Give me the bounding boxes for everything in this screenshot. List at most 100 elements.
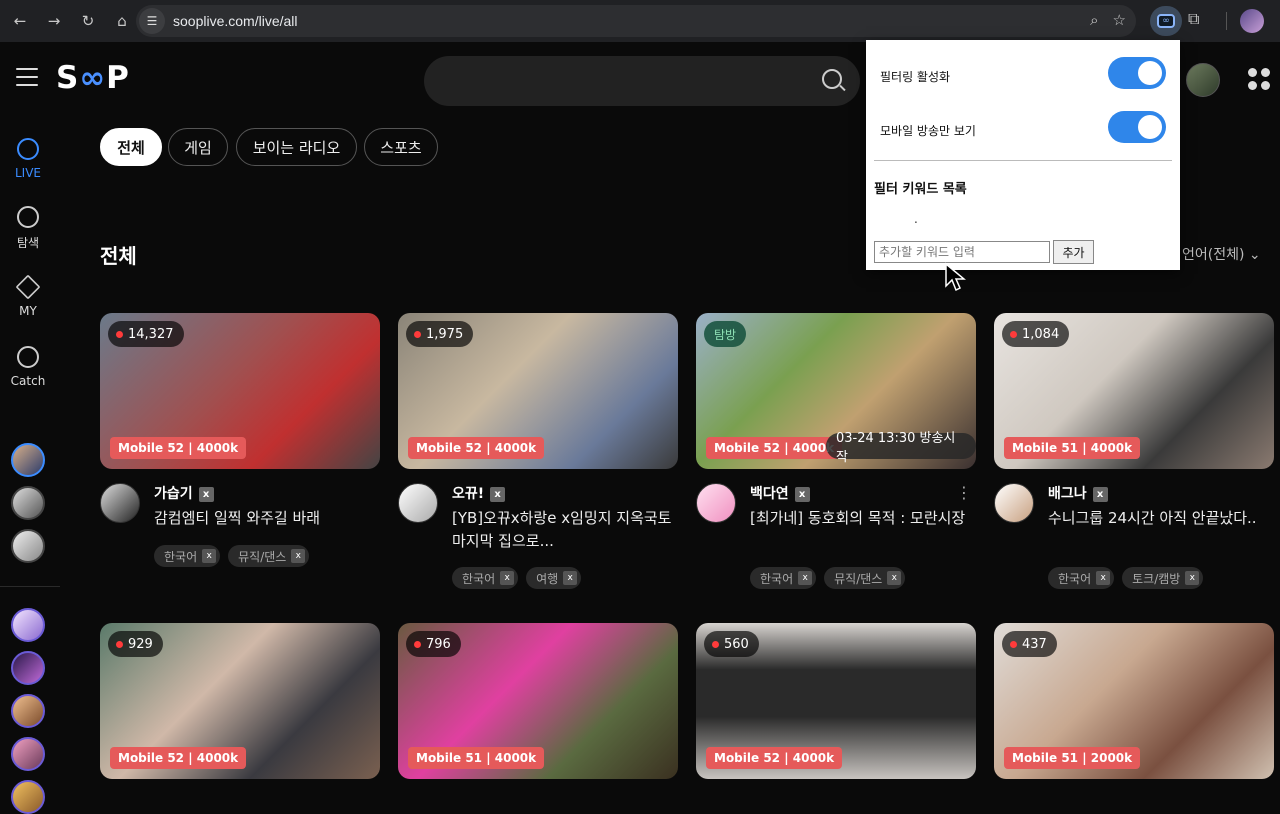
search-bar[interactable] bbox=[424, 56, 860, 106]
stream-card[interactable]: 1,084 Mobile 51 | 4000k 배그나 x 수니그룹 24시간 아… bbox=[994, 313, 1274, 589]
mobile-only-toggle[interactable] bbox=[1108, 111, 1166, 143]
stream-tag[interactable]: 한국어 x bbox=[750, 567, 817, 589]
soop-logo[interactable]: S∞P bbox=[56, 60, 130, 96]
filter-enable-toggle[interactable] bbox=[1108, 57, 1166, 89]
stream-tag[interactable]: 한국어 x bbox=[1048, 567, 1115, 589]
stream-thumbnail[interactable]: 탐방 Mobile 52 | 4000k 03-24 13:30 방송시작 bbox=[696, 313, 976, 469]
streamer-avatar[interactable] bbox=[696, 483, 736, 523]
stream-card[interactable]: 탐방 Mobile 52 | 4000k 03-24 13:30 방송시작 백다… bbox=[696, 313, 976, 589]
extensions-puzzle-icon[interactable]: ⧉ bbox=[1188, 9, 1199, 29]
apps-grid-icon[interactable] bbox=[1248, 68, 1270, 90]
quality-badge: Mobile 51 | 2000k bbox=[1004, 747, 1141, 769]
viewer-count-badge: 14,327 bbox=[108, 321, 184, 347]
stream-thumbnail[interactable]: 796 Mobile 51 | 4000k bbox=[398, 623, 678, 779]
tag-remove-icon[interactable]: x bbox=[798, 571, 813, 585]
stream-card[interactable]: 437 Mobile 51 | 2000k bbox=[994, 623, 1274, 779]
tag-remove-icon[interactable]: x bbox=[1185, 571, 1200, 585]
user-avatar[interactable] bbox=[1186, 63, 1220, 97]
streamer-avatar[interactable] bbox=[994, 483, 1034, 523]
zoom-icon[interactable]: ⌕ bbox=[1090, 11, 1098, 29]
stream-tag[interactable]: 토크/캠방 x bbox=[1122, 567, 1204, 589]
recommended-streamer-avatar[interactable] bbox=[11, 780, 45, 814]
more-options-icon[interactable]: ⋮ bbox=[956, 483, 972, 502]
followed-streamer-avatar[interactable] bbox=[11, 529, 45, 563]
stream-title[interactable]: 수니그룹 24시간 아직 안끝났다.. bbox=[1048, 507, 1268, 530]
viewer-count-badge: 560 bbox=[704, 631, 759, 657]
menu-hamburger-icon[interactable] bbox=[16, 68, 38, 86]
category-badge: 탐방 bbox=[704, 321, 747, 347]
keyword-input[interactable] bbox=[874, 241, 1050, 263]
stream-card[interactable]: 796 Mobile 51 | 4000k bbox=[398, 623, 678, 779]
stream-card[interactable]: 560 Mobile 52 | 4000k bbox=[696, 623, 976, 779]
recommended-streamer-avatar[interactable] bbox=[11, 608, 45, 642]
sidebar-item-label: 탐색 bbox=[16, 236, 40, 250]
viewer-count-badge: 1,975 bbox=[406, 321, 474, 347]
streamer-name[interactable]: 배그나 x bbox=[1048, 483, 1108, 503]
recommended-streamer-avatar[interactable] bbox=[11, 694, 45, 728]
browser-profile-avatar[interactable] bbox=[1240, 9, 1264, 33]
badge-x-icon: x bbox=[490, 486, 506, 502]
tag-remove-icon[interactable]: x bbox=[500, 571, 515, 585]
stream-tag[interactable]: 여행 x bbox=[526, 567, 582, 589]
recommended-streamer-avatar[interactable] bbox=[11, 737, 45, 771]
stream-thumbnail[interactable]: 1,975 Mobile 52 | 4000k bbox=[398, 313, 678, 469]
sidebar-item-label: LIVE bbox=[14, 166, 41, 180]
stream-card[interactable]: 1,975 Mobile 52 | 4000k 오뀨! x [YB]오뀨x하랑e … bbox=[398, 313, 678, 589]
language-filter-dropdown[interactable]: 언어(전체) ⌄ bbox=[1182, 244, 1261, 264]
streamer-name[interactable]: 백다연 x bbox=[750, 483, 810, 503]
category-chip-radio[interactable]: 보이는 라디오 bbox=[236, 128, 357, 166]
address-bar[interactable]: ☰ sooplive.com/live/all ⌕ ☆ bbox=[136, 5, 1136, 37]
tag-remove-icon[interactable]: x bbox=[202, 549, 217, 563]
tag-remove-icon[interactable]: x bbox=[1096, 571, 1111, 585]
stream-title[interactable]: [YB]오뀨x하랑e x임밍지 지옥국토 마지막 집으로... bbox=[452, 507, 672, 553]
sidebar-item-explore[interactable]: 탐색 bbox=[0, 206, 56, 251]
home-icon[interactable]: ⌂ bbox=[108, 7, 136, 35]
back-icon[interactable]: ← bbox=[6, 7, 34, 35]
stream-card[interactable]: 929 Mobile 52 | 4000k bbox=[100, 623, 380, 779]
forward-icon[interactable]: → bbox=[40, 7, 68, 35]
streamer-avatar[interactable] bbox=[398, 483, 438, 523]
streamer-avatar[interactable] bbox=[100, 483, 140, 523]
stream-card[interactable]: 14,327 Mobile 52 | 4000k 가습기 x 감컴엠티 일찍 와주… bbox=[100, 313, 380, 589]
add-keyword-button[interactable]: 추가 bbox=[1053, 240, 1094, 264]
schedule-badge: 03-24 13:30 방송시작 bbox=[826, 431, 976, 465]
category-chip-all[interactable]: 전체 bbox=[100, 128, 162, 166]
url-text[interactable]: sooplive.com/live/all bbox=[173, 13, 298, 29]
live-broadcast-icon bbox=[17, 138, 39, 160]
viewer-count-badge: 1,084 bbox=[1002, 321, 1070, 347]
streamer-name[interactable]: 오뀨! x bbox=[452, 483, 506, 503]
tag-remove-icon[interactable]: x bbox=[291, 549, 306, 563]
stream-tag[interactable]: 한국어 x bbox=[452, 567, 519, 589]
reload-icon[interactable]: ↻ bbox=[74, 7, 102, 35]
stream-thumbnail[interactable]: 437 Mobile 51 | 2000k bbox=[994, 623, 1274, 779]
stream-tag[interactable]: 뮤직/댄스 x bbox=[228, 545, 310, 567]
section-title: 전체 bbox=[100, 244, 137, 268]
sidebar-item-catch[interactable]: Catch bbox=[0, 346, 56, 388]
stream-tag[interactable]: 한국어 x bbox=[154, 545, 221, 567]
badge-x-icon: x bbox=[1092, 486, 1108, 502]
stream-title[interactable]: [최가네] 동호회의 목적 : 모란시장 bbox=[750, 507, 970, 530]
sidebar-item-live[interactable]: LIVE bbox=[0, 138, 56, 180]
streamer-name[interactable]: 가습기 x bbox=[154, 483, 214, 503]
recommended-streamer-avatar[interactable] bbox=[11, 651, 45, 685]
category-chip-game[interactable]: 게임 bbox=[168, 128, 228, 166]
sidebar-item-my[interactable]: MY bbox=[0, 274, 56, 318]
stream-title[interactable]: 감컴엠티 일찍 와주길 바래 bbox=[154, 507, 374, 530]
bookmark-star-icon[interactable]: ☆ bbox=[1113, 11, 1126, 29]
site-info-icon[interactable]: ☰ bbox=[139, 8, 165, 34]
stream-thumbnail[interactable]: 929 Mobile 52 | 4000k bbox=[100, 623, 380, 779]
viewer-count-badge: 796 bbox=[406, 631, 461, 657]
stream-tag[interactable]: 뮤직/댄스 x bbox=[824, 567, 906, 589]
tag-remove-icon[interactable]: x bbox=[563, 571, 578, 585]
stream-thumbnail[interactable]: 560 Mobile 52 | 4000k bbox=[696, 623, 976, 779]
stream-thumbnail[interactable]: 14,327 Mobile 52 | 4000k bbox=[100, 313, 380, 469]
extension-filter-icon[interactable]: ∞ bbox=[1150, 6, 1182, 36]
stream-thumbnail[interactable]: 1,084 Mobile 51 | 4000k bbox=[994, 313, 1274, 469]
search-icon[interactable] bbox=[822, 69, 842, 89]
followed-streamer-avatar[interactable] bbox=[11, 486, 45, 520]
followed-streamer-avatar[interactable] bbox=[11, 443, 45, 477]
category-chip-sports[interactable]: 스포츠 bbox=[364, 128, 438, 166]
toggle-knob bbox=[1138, 61, 1162, 85]
filter-enable-label: 필터링 활성화 bbox=[880, 70, 951, 84]
tag-remove-icon[interactable]: x bbox=[887, 571, 902, 585]
